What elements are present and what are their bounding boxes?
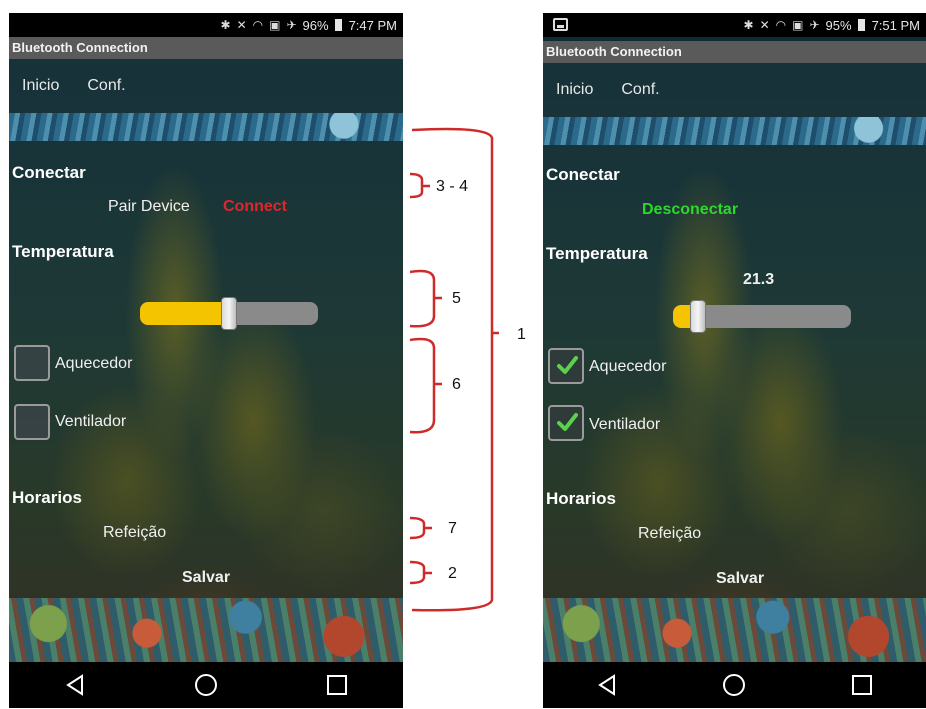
- image-notification-icon: [553, 18, 568, 31]
- navigation-bar: [543, 662, 926, 708]
- slider-thumb[interactable]: [690, 300, 706, 333]
- heater-label: Aquecedor: [55, 355, 133, 372]
- home-icon[interactable]: [190, 670, 222, 700]
- airplane-icon: ✈: [286, 18, 297, 32]
- bracket-5: [409, 269, 436, 328]
- home-icon[interactable]: [718, 670, 750, 700]
- wifi-icon: ◠: [775, 18, 787, 32]
- section-horarios: Horarios: [12, 488, 82, 507]
- tab-inicio[interactable]: Inicio: [556, 81, 593, 99]
- back-icon[interactable]: [591, 670, 623, 700]
- nfc-icon: ▣: [269, 18, 281, 32]
- meal-schedule-button[interactable]: Refeição: [638, 525, 701, 543]
- slider-fill: [140, 302, 229, 325]
- page: ✱ ✕ ◠ ▣ ✈ 96% 7:47 PM Bluetooth Connecti…: [0, 0, 926, 709]
- back-icon[interactable]: [59, 670, 91, 700]
- battery-icon: [334, 18, 343, 33]
- recent-apps-icon[interactable]: [846, 670, 878, 700]
- fan-label: Ventilador: [55, 413, 127, 430]
- navigation-bar: [9, 662, 403, 708]
- save-button[interactable]: Salvar: [716, 570, 764, 588]
- reef-image-bottom: [9, 598, 403, 662]
- section-conectar: Conectar: [12, 163, 86, 182]
- mute-icon: ✕: [236, 18, 247, 32]
- tab-bar: Inicio Conf.: [9, 59, 126, 113]
- tab-inicio[interactable]: Inicio: [22, 77, 59, 95]
- slider-thumb[interactable]: [221, 297, 237, 330]
- annotation-brackets: [409, 127, 499, 612]
- connect-button[interactable]: Connect: [223, 198, 287, 216]
- annotation-label-3-4: 3 - 4: [436, 178, 469, 195]
- app-title: Bluetooth Connection: [543, 41, 926, 63]
- wifi-icon: ◠: [252, 18, 264, 32]
- fan-label: Ventilador: [589, 416, 661, 433]
- save-button[interactable]: Salvar: [182, 569, 230, 587]
- aquarium-background: Inicio Conf. Conectar Desconectar Temper…: [543, 63, 926, 662]
- clock: 7:47 PM: [348, 17, 397, 33]
- app-title: Bluetooth Connection: [9, 37, 403, 59]
- bracket-1: [411, 127, 494, 612]
- check-icon: [557, 413, 578, 431]
- pair-device-button[interactable]: Pair Device: [108, 198, 190, 216]
- reef-image-top: [543, 117, 926, 145]
- bracket-2: [409, 560, 426, 585]
- bluetooth-icon: ✱: [220, 18, 231, 32]
- fan-checkbox[interactable]: [14, 404, 50, 440]
- section-temperatura: Temperatura: [546, 244, 648, 263]
- tab-conf[interactable]: Conf.: [621, 81, 659, 99]
- nfc-icon: ▣: [792, 18, 804, 32]
- disconnect-button[interactable]: Desconectar: [642, 201, 738, 219]
- annotation-label-7: 7: [448, 520, 457, 537]
- recent-apps-icon[interactable]: [321, 670, 353, 700]
- heater-checkbox[interactable]: [14, 345, 50, 381]
- check-icon: [557, 356, 578, 374]
- heater-label: Aquecedor: [589, 358, 667, 375]
- battery-percent: 95%: [825, 17, 852, 33]
- battery-icon: [857, 18, 866, 33]
- tab-bar: Inicio Conf.: [543, 63, 660, 117]
- meal-schedule-button[interactable]: Refeição: [103, 524, 166, 542]
- tab-conf[interactable]: Conf.: [87, 77, 125, 95]
- phone-screen-right: ✱ ✕ ◠ ▣ ✈ 95% 7:51 PM Bluetooth Connecti…: [543, 13, 926, 708]
- temperature-value: 21.3: [743, 271, 775, 288]
- bracket-7: [409, 516, 426, 540]
- fan-checkbox[interactable]: [548, 405, 584, 441]
- bracket-3-4: [409, 172, 424, 199]
- clock: 7:51 PM: [871, 17, 920, 33]
- bracket-6: [409, 337, 436, 434]
- heater-checkbox[interactable]: [548, 348, 584, 384]
- mute-icon: ✕: [759, 18, 770, 32]
- annotation-label-6: 6: [452, 376, 461, 393]
- annotation-label-5: 5: [452, 290, 461, 307]
- status-bar: ✱ ✕ ◠ ▣ ✈ 95% 7:51 PM: [543, 13, 926, 37]
- status-bar: ✱ ✕ ◠ ▣ ✈ 96% 7:47 PM: [9, 13, 403, 37]
- battery-percent: 96%: [302, 17, 329, 33]
- phone-screen-left: ✱ ✕ ◠ ▣ ✈ 96% 7:47 PM Bluetooth Connecti…: [9, 13, 403, 708]
- airplane-icon: ✈: [809, 18, 820, 32]
- section-conectar: Conectar: [546, 165, 620, 184]
- reef-image-top: [9, 113, 403, 141]
- bluetooth-icon: ✱: [743, 18, 754, 32]
- reef-image-bottom: [543, 598, 926, 662]
- annotation-label-2: 2: [448, 565, 457, 582]
- section-horarios: Horarios: [546, 489, 616, 508]
- annotation-label-1: 1: [517, 326, 526, 343]
- section-temperatura: Temperatura: [12, 242, 114, 261]
- aquarium-background: Inicio Conf. Conectar Pair Device Connec…: [9, 59, 403, 662]
